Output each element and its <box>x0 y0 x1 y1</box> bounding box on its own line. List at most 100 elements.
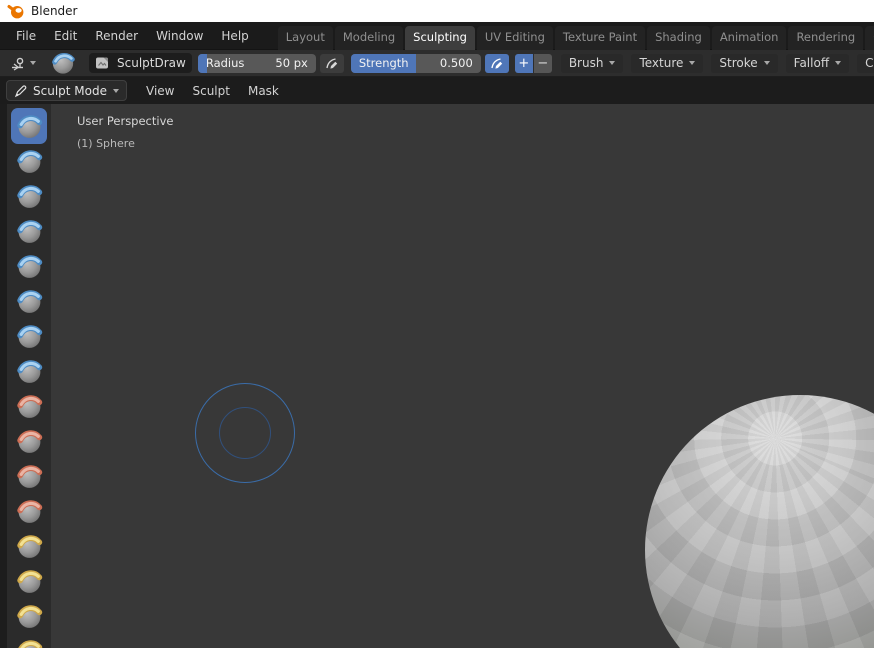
brush-icon-elastic-deform <box>16 568 43 595</box>
add-brush-button[interactable]: + <box>515 54 533 73</box>
brush-icon-layer <box>16 253 43 280</box>
radius-value: 50 px <box>275 56 307 70</box>
tab-sculpting[interactable]: Sculpting <box>405 26 475 50</box>
menu-edit[interactable]: Edit <box>45 24 86 48</box>
mode-label: Sculpt Mode <box>33 84 107 98</box>
tool-fill[interactable] <box>14 461 44 491</box>
active-object-text: (1) Sphere <box>77 137 173 150</box>
brush-add-remove-group: + − <box>515 54 552 73</box>
tool-crease[interactable] <box>14 356 44 386</box>
brush-icon-draw-sharp <box>16 148 43 175</box>
menu-help[interactable]: Help <box>212 24 257 48</box>
dropdown-label: Brush <box>569 56 604 70</box>
tab-uv-editing[interactable]: UV Editing <box>477 26 553 50</box>
view-name-text: User Perspective <box>77 114 173 128</box>
dropdown-label: Cursor <box>865 56 874 70</box>
brush-icon-grab <box>16 533 43 560</box>
tool-settings-bar: SculptDraw Radius 50 px Strength 0.500 <box>0 50 874 77</box>
dropdown-label: Falloff <box>794 56 829 70</box>
brush-icon-clay-strips <box>16 218 43 245</box>
chevron-down-icon <box>764 61 770 65</box>
brush-icon-smooth <box>16 393 43 420</box>
menu-window[interactable]: Window <box>147 24 212 48</box>
sphere-object <box>645 395 874 648</box>
brush-icon-crease <box>16 358 43 385</box>
tool-flatten[interactable] <box>14 426 44 456</box>
strength-pressure-button[interactable] <box>485 54 509 73</box>
tool-layer[interactable] <box>14 251 44 281</box>
dropdown-label: Stroke <box>719 56 757 70</box>
tool-inflate[interactable] <box>14 286 44 316</box>
dropdown-falloff[interactable]: Falloff <box>786 54 849 73</box>
tool-clay[interactable] <box>14 181 44 211</box>
tab-texture-paint[interactable]: Texture Paint <box>555 26 645 50</box>
stylus-pressure-icon <box>325 56 339 70</box>
os-titlebar: Blender <box>0 0 874 22</box>
brush-name: SculptDraw <box>117 56 186 70</box>
mode-selector[interactable]: Sculpt Mode <box>6 80 127 101</box>
remove-brush-button[interactable]: − <box>534 54 552 73</box>
tab-shading[interactable]: Shading <box>647 26 710 50</box>
strength-value: 0.500 <box>440 56 473 70</box>
tool-snake-hook[interactable] <box>14 601 44 631</box>
menubar-menus: FileEditRenderWindowHelp <box>7 24 258 48</box>
menu-render[interactable]: Render <box>86 24 147 48</box>
tool-elastic-deform[interactable] <box>14 566 44 596</box>
brush-name-field[interactable]: SculptDraw <box>89 53 192 73</box>
brush-icon-draw <box>16 113 43 140</box>
dropdown-brush[interactable]: Brush <box>561 54 624 73</box>
brush-icon-thumb <box>16 638 43 648</box>
brush-icon-pinch <box>16 498 43 525</box>
editor-type-icon <box>10 55 27 71</box>
tool-draw[interactable] <box>14 111 44 141</box>
tool-thumb[interactable] <box>14 636 44 648</box>
chevron-down-icon <box>609 61 615 65</box>
viewport-menus: ViewSculptMask <box>137 79 288 103</box>
tab-rendering[interactable]: Rendering <box>788 26 863 50</box>
stylus-pressure-icon <box>490 56 504 70</box>
brush-cursor-inner <box>219 407 271 459</box>
viewport-menu-mask[interactable]: Mask <box>239 79 288 103</box>
dropdown-stroke[interactable]: Stroke <box>711 54 777 73</box>
radius-label: Radius <box>206 56 245 70</box>
strength-slider[interactable]: Strength 0.500 <box>351 54 481 73</box>
window-title: Blender <box>31 4 78 18</box>
blender-window: Blender FileEditRenderWindowHelp LayoutM… <box>0 0 874 648</box>
editor-type-selector[interactable] <box>6 52 40 74</box>
dropdown-cursor[interactable]: Cursor <box>857 54 874 73</box>
tool-clay-strips[interactable] <box>14 216 44 246</box>
active-brush-preview-icon[interactable] <box>51 51 75 75</box>
brush-icon-snake-hook <box>16 603 43 630</box>
viewport-menu-sculpt[interactable]: Sculpt <box>183 79 238 103</box>
tab-layout[interactable]: Layout <box>278 26 333 50</box>
tab-animation[interactable]: Animation <box>712 26 787 50</box>
viewport-menu-view[interactable]: View <box>137 79 183 103</box>
viewport-header: Sculpt Mode ViewSculptMask <box>0 77 874 104</box>
brush-cursor <box>195 383 295 483</box>
tool-pinch[interactable] <box>14 496 44 526</box>
tool-grab[interactable] <box>14 531 44 561</box>
tab-modeling[interactable]: Modeling <box>335 26 403 50</box>
brush-icon-fill <box>16 463 43 490</box>
radius-slider[interactable]: Radius 50 px <box>198 54 316 73</box>
tab-compositing[interactable]: Compositing <box>865 26 874 50</box>
chevron-down-icon <box>30 61 36 65</box>
menu-file[interactable]: File <box>7 24 45 48</box>
viewport-3d[interactable]: User Perspective (1) Sphere <box>0 104 874 648</box>
dropdown-texture[interactable]: Texture <box>631 54 703 73</box>
viewport-overlay: User Perspective (1) Sphere <box>77 114 173 150</box>
radius-pressure-button[interactable] <box>320 54 344 73</box>
chevron-down-icon <box>689 61 695 65</box>
topbar: FileEditRenderWindowHelp LayoutModelingS… <box>0 22 874 50</box>
blender-logo-icon <box>7 3 24 19</box>
workspace-tabs: LayoutModelingSculptingUV EditingTexture… <box>278 22 874 50</box>
dropdown-label: Texture <box>639 56 683 70</box>
chevron-down-icon <box>835 61 841 65</box>
tool-smooth[interactable] <box>14 391 44 421</box>
brush-icon-clay <box>16 183 43 210</box>
tool-blob[interactable] <box>14 321 44 351</box>
sculpt-mode-icon <box>14 84 27 98</box>
tool-dropdowns: Brush Texture Stroke Falloff Cursor <box>561 54 874 73</box>
brush-icon-flatten <box>16 428 43 455</box>
tool-draw-sharp[interactable] <box>14 146 44 176</box>
